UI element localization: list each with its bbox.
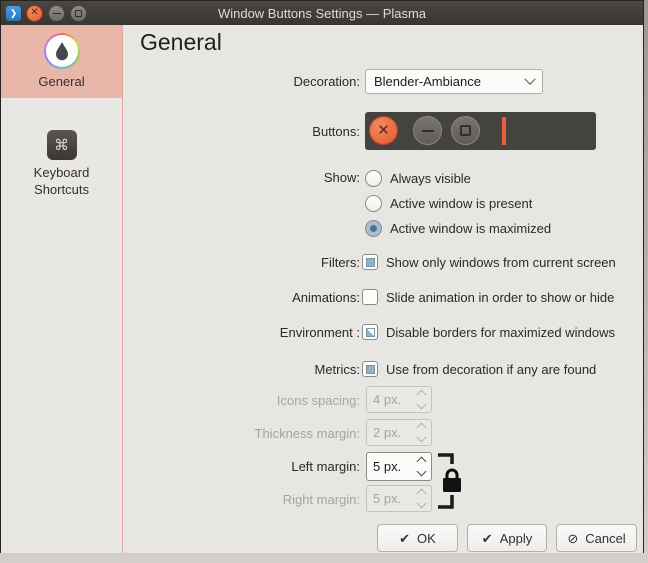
spinner-arrows-icon: [416, 488, 427, 509]
apply-button[interactable]: ✔ Apply: [467, 524, 547, 552]
spinner-value: 4 px.: [373, 392, 402, 407]
drop-indicator: [502, 117, 506, 145]
chevron-down-icon: [524, 73, 536, 85]
animations-row: Slide animation in order to show or hide: [362, 288, 614, 306]
checkbox-show-only-current-screen[interactable]: [362, 254, 378, 270]
sidebar: General ⌘ Keyboard Shortcuts: [1, 25, 123, 553]
left-margin-spinner[interactable]: 5 px.: [366, 452, 432, 481]
checkbox-label: Slide animation in order to show or hide: [386, 289, 615, 305]
metrics-row: Use from decoration if any are found: [362, 360, 596, 378]
checkbox-disable-borders-maximized[interactable]: [362, 324, 378, 340]
radio-row-always-visible: Always visible: [365, 168, 471, 188]
radio-label: Always visible: [390, 170, 471, 186]
window-title: Window Buttons Settings — Plasma: [217, 5, 427, 21]
spinner-arrows-icon[interactable]: [416, 456, 427, 477]
maximize-icon: [460, 125, 471, 136]
checkbox-fill: [365, 327, 375, 337]
buttons-preview-bar[interactable]: ✕: [365, 112, 596, 150]
icons-spacing-spinner: 4 px.: [366, 386, 432, 413]
cancel-button-label: Cancel: [585, 530, 626, 546]
desktop-background: Window Buttons Settings — Plasma ❯ ✕ Gen…: [0, 0, 648, 563]
radio-row-active-maximized: Active window is maximized: [365, 218, 551, 238]
check-icon: ✔: [399, 530, 411, 546]
color-drop-icon-inner: [45, 35, 78, 67]
spinner-value: 5 px.: [373, 459, 402, 474]
maximize-window-button[interactable]: [70, 4, 87, 22]
color-drop-icon: [43, 33, 80, 69]
titlebar[interactable]: Window Buttons Settings — Plasma ❯ ✕: [1, 1, 643, 25]
apply-button-label: Apply: [499, 530, 533, 546]
checkbox-label: Use from decoration if any are found: [386, 361, 597, 377]
right-margin-spinner: 5 px.: [366, 485, 432, 512]
decoration-dropdown[interactable]: Blender-Ambiance: [365, 69, 543, 94]
filters-label: Filters:: [321, 255, 360, 270]
radio-label: Active window is present: [390, 195, 533, 211]
minimize-icon: [421, 129, 434, 132]
spinner-arrows-icon: [416, 389, 427, 410]
checkbox-label: Disable borders for maximized windows: [386, 324, 616, 340]
preview-close-button[interactable]: ✕: [369, 116, 398, 145]
animations-label: Animations:: [292, 290, 360, 305]
close-icon: ✕: [377, 122, 390, 139]
settings-window: Window Buttons Settings — Plasma ❯ ✕ Gen…: [0, 0, 644, 553]
metrics-label: Metrics:: [314, 362, 361, 377]
preview-maximize-button[interactable]: [451, 116, 480, 145]
decoration-value: Blender-Ambiance: [374, 74, 481, 89]
spinner-arrows-icon: [416, 422, 427, 443]
radio-active-window-present[interactable]: [365, 194, 382, 212]
app-icon: ❯: [6, 5, 21, 21]
sidebar-item-general[interactable]: General: [1, 25, 122, 99]
show-label: Show:: [323, 170, 360, 185]
radio-always-visible[interactable]: [365, 169, 382, 187]
ok-button[interactable]: ✔ OK: [377, 524, 458, 552]
command-key-icon: ⌘: [46, 130, 77, 161]
cancel-button[interactable]: ⊘ Cancel: [556, 524, 637, 552]
spinner-value: 5 px.: [373, 491, 402, 506]
environment-label: Environment :: [279, 325, 360, 340]
right-margin-label: Right margin:: [282, 492, 360, 507]
sidebar-item-keyboard-shortcuts[interactable]: ⌘ Keyboard Shortcuts: [1, 108, 122, 206]
sidebar-item-label: Keyboard Shortcuts: [33, 165, 90, 197]
close-window-button[interactable]: ✕: [26, 4, 43, 22]
minimize-icon: [52, 12, 61, 14]
thickness-margin-spinner: 2 px.: [366, 419, 432, 446]
environment-row: Disable borders for maximized windows: [362, 323, 615, 341]
minimize-window-button[interactable]: [48, 4, 65, 22]
lock-icon[interactable]: [436, 451, 464, 513]
preview-minimize-button[interactable]: [413, 116, 442, 145]
checkbox-label: Show only windows from current screen: [386, 254, 616, 270]
spinner-value: 2 px.: [373, 425, 402, 440]
page-title: General: [140, 29, 222, 55]
radio-active-window-maximized[interactable]: [365, 219, 382, 237]
radio-label: Active window is maximized: [390, 220, 552, 236]
check-icon: ✔: [481, 530, 493, 546]
checkbox-use-from-decoration[interactable]: [362, 361, 378, 377]
checkbox-fill: [365, 364, 375, 374]
maximize-icon: [75, 9, 82, 17]
cancel-icon: ⊘: [567, 530, 579, 546]
checkbox-slide-animation[interactable]: [362, 289, 378, 305]
thickness-margin-label: Thickness margin:: [254, 426, 360, 441]
filters-row: Show only windows from current screen: [362, 253, 616, 271]
sidebar-item-label: General: [38, 74, 85, 89]
decoration-label: Decoration:: [293, 74, 360, 89]
icons-spacing-label: Icons spacing:: [276, 393, 360, 408]
left-margin-label: Left margin:: [291, 459, 360, 474]
checkbox-fill: [365, 257, 375, 267]
buttons-label: Buttons:: [312, 124, 360, 139]
main-content: General Decoration: Blender-Ambiance But…: [123, 25, 643, 553]
ok-button-label: OK: [417, 530, 436, 546]
radio-row-active-present: Active window is present: [365, 193, 532, 213]
